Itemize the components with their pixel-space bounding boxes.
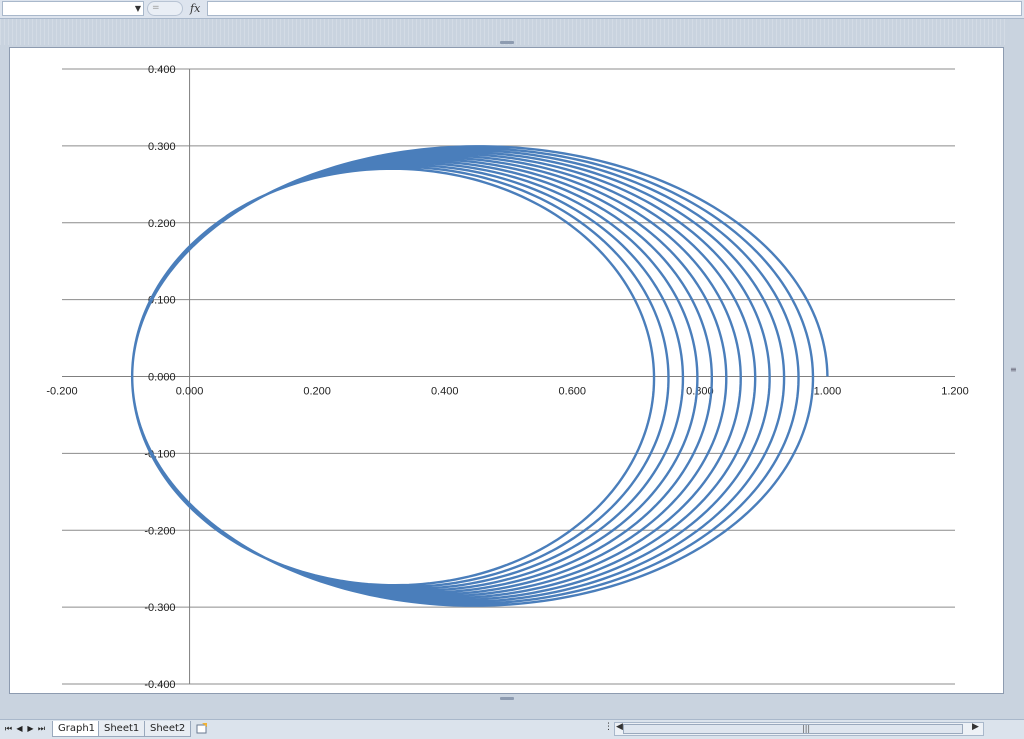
horizontal-scrollbar[interactable] [614, 722, 984, 736]
resize-grip-icon[interactable]: ≡ [1010, 365, 1020, 374]
y-tick-label: -0.300 [144, 602, 175, 614]
chart-area[interactable]: -0.200 0.000 0.200 0.400 0.600 0.800 1.000 1.20… [9, 47, 1004, 694]
formula-equals: = [152, 3, 160, 13]
prev-sheet-icon[interactable]: ◀ [15, 723, 24, 735]
scroll-left-icon[interactable]: ◀ [616, 722, 623, 732]
name-box[interactable]: ▼ [2, 1, 144, 16]
formula-cancel-enter-area[interactable]: = [147, 1, 183, 16]
formula-bar: ▼ = fx [0, 0, 1024, 19]
sheet-tab-bar: ⏮ ◀ ▶ ⏭ Graph1 Sheet1 Sheet2 ⋮ ◀ ||| ▶ [0, 719, 1024, 739]
insert-function-button[interactable]: fx [190, 1, 200, 16]
scroll-grip-icon: ||| [802, 724, 811, 733]
formula-input[interactable] [207, 1, 1022, 16]
tab-sheet1[interactable]: Sheet1 [98, 721, 146, 737]
chevron-down-icon[interactable]: ▼ [135, 3, 141, 15]
tab-graph1[interactable]: Graph1 [52, 721, 102, 737]
last-sheet-icon[interactable]: ⏭ [37, 723, 46, 735]
x-tick-label: 0.400 [431, 386, 459, 398]
x-tick-label: 0.000 [176, 386, 204, 398]
tab-sheet2[interactable]: Sheet2 [144, 721, 192, 737]
x-tick-label: 0.800 [686, 386, 714, 398]
x-axis-tick-labels: -0.200 0.000 0.200 0.400 0.600 0.800 1.000 1.20… [46, 386, 968, 398]
scroll-right-icon[interactable]: ▶ [972, 722, 979, 732]
y-axis-tick-labels: 0.4000.3000.2000.1000.000-0.100-0.200-0.… [144, 64, 175, 691]
x-tick-label: 1.200 [941, 386, 969, 398]
insert-sheet-icon[interactable] [196, 723, 208, 734]
x-tick-label: -0.200 [46, 386, 77, 398]
first-sheet-icon[interactable]: ⏮ [4, 723, 13, 735]
y-tick-label: 0.000 [148, 372, 176, 384]
tab-split-icon[interactable]: ⋮ [604, 722, 613, 732]
y-tick-label: -0.200 [144, 525, 175, 537]
split-handle-top[interactable] [500, 41, 514, 44]
x-tick-label: 1.000 [814, 386, 842, 398]
y-tick-label: 0.400 [148, 64, 176, 76]
y-tick-label: 0.300 [148, 141, 176, 153]
x-tick-label: 0.200 [303, 386, 331, 398]
y-tick-label: 0.200 [148, 218, 176, 230]
horizontal-scroll-thumb[interactable] [623, 724, 963, 734]
split-handle-bottom[interactable] [500, 697, 514, 700]
scatter-chart: -0.200 0.000 0.200 0.400 0.600 0.800 1.000 1.20… [46, 64, 968, 691]
y-tick-label: -0.400 [144, 679, 175, 691]
x-tick-label: 0.600 [559, 386, 587, 398]
next-sheet-icon[interactable]: ▶ [26, 723, 35, 735]
